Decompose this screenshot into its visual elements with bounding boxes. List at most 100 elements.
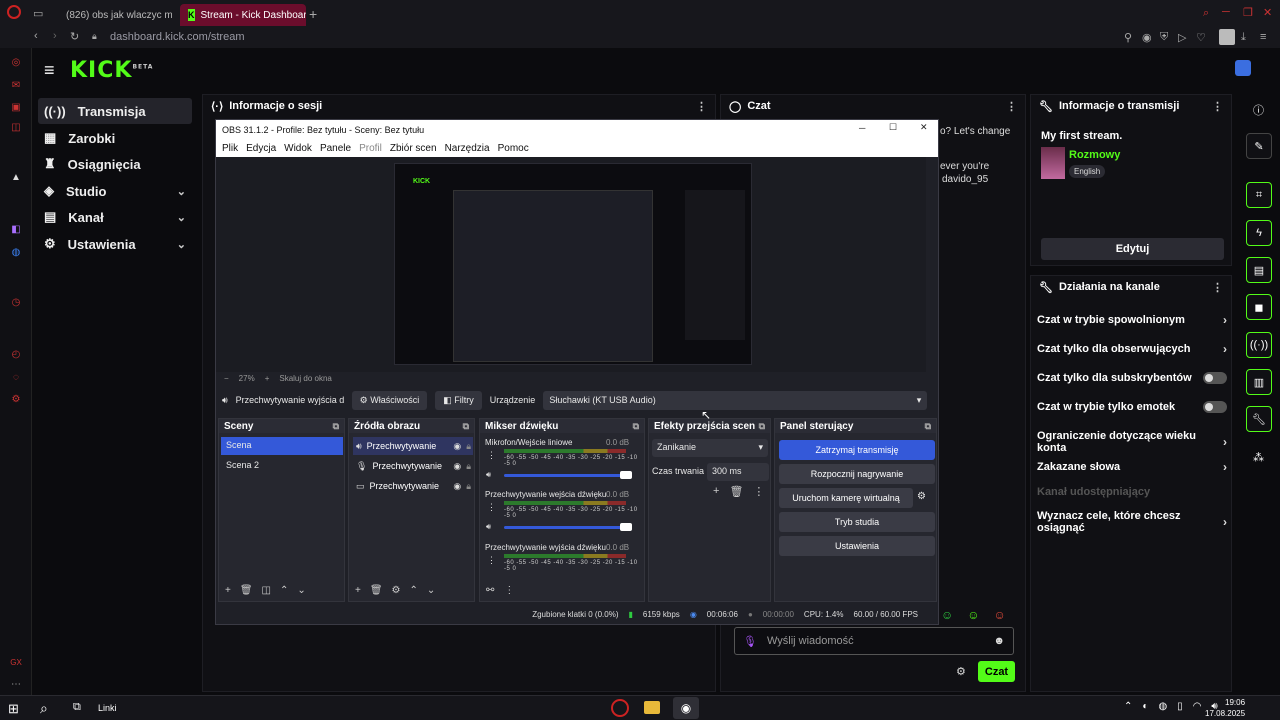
- arrow-up-icon[interactable]: ⌃: [410, 585, 418, 596]
- virtual-camera-settings-icon[interactable]: ⚙: [917, 491, 926, 502]
- undock-icon[interactable]: ⧉: [463, 421, 469, 432]
- start-virtual-camera-button[interactable]: Uruchom kamerę wirtualną: [779, 488, 913, 508]
- undock-icon[interactable]: ⧉: [759, 421, 765, 432]
- menu-panele[interactable]: Panele: [320, 143, 351, 154]
- vpn-icon[interactable]: ⛨: [1160, 31, 1168, 44]
- start-recording-button[interactable]: Rozpocznij nagrywanie: [779, 464, 935, 484]
- gear-icon[interactable]: ⚙: [392, 585, 401, 596]
- clock[interactable]: 19:06 17.08.2025: [1205, 697, 1245, 719]
- lock-icon[interactable]: 🔒︎: [466, 441, 471, 452]
- tab-island-icon[interactable]: ▭: [33, 7, 43, 20]
- device-select[interactable]: Słuchawki (KT USB Audio) ▾: [543, 390, 928, 410]
- steam-icon[interactable]: ◍: [1158, 701, 1167, 712]
- pin-icon[interactable]: ⚲: [1124, 31, 1132, 44]
- more-options-icon[interactable]: ⋮: [696, 100, 707, 113]
- kick-logo[interactable]: KICKBETA: [70, 58, 153, 83]
- opera-taskbar-icon[interactable]: [611, 699, 629, 717]
- zoom-out-icon[interactable]: −: [224, 374, 229, 383]
- lightning-icon[interactable]: ϟ: [1246, 220, 1272, 246]
- maximize-icon[interactable]: ❐: [1243, 6, 1253, 19]
- arrow-down-icon[interactable]: ⌄: [427, 585, 435, 596]
- lock-icon[interactable]: 🔒︎: [466, 461, 471, 472]
- volume-slider[interactable]: [504, 523, 632, 531]
- file-explorer-icon[interactable]: [644, 701, 660, 714]
- arrow-down-icon[interactable]: ⌄: [297, 585, 305, 596]
- discord-icon[interactable]: ◐: [1142, 701, 1148, 712]
- user-avatar[interactable]: [1235, 60, 1251, 76]
- transition-select[interactable]: Zanikanie ▾: [652, 439, 768, 457]
- clock-icon[interactable]: ◴: [7, 345, 25, 363]
- action-set-goals[interactable]: Wyznacz cele, które chcesz osiągnąć ›: [1037, 510, 1227, 534]
- eye-icon[interactable]: ◉: [453, 441, 461, 452]
- chat-side-icon[interactable]: ◼: [1246, 294, 1272, 320]
- action-slow-mode[interactable]: Czat w trybie spowolnionym ›: [1037, 313, 1227, 327]
- heart-icon[interactable]: ♡: [1196, 31, 1206, 44]
- action-account-age[interactable]: Ograniczenie dotyczące wieku konta ›: [1037, 430, 1227, 454]
- links-toolbar[interactable]: Linki: [98, 703, 117, 713]
- stop-streaming-button[interactable]: Zatrzymaj transmisję: [779, 440, 935, 460]
- more-icon[interactable]: ⋯: [7, 675, 25, 693]
- undock-icon[interactable]: ⧉: [633, 421, 639, 432]
- arrow-up-icon[interactable]: ⌃: [280, 585, 288, 596]
- more-icon[interactable]: ⋮: [504, 585, 514, 596]
- duration-input[interactable]: 300 ms: [707, 463, 769, 481]
- download-icon[interactable]: ⤓: [1241, 31, 1246, 44]
- layout-icon[interactable]: ▥: [1246, 369, 1272, 395]
- back-icon[interactable]: ‹: [34, 30, 38, 42]
- nav-osiagniecia[interactable]: ♜ Osiągnięcia: [38, 151, 192, 177]
- filter-icon[interactable]: ◫: [262, 585, 271, 596]
- preview-canvas[interactable]: KICK: [394, 163, 752, 365]
- menu-pomoc[interactable]: Pomoc: [498, 143, 529, 154]
- more-icon[interactable]: ⋮: [753, 485, 764, 498]
- tools-icon[interactable]: 🔧︎: [1246, 406, 1272, 432]
- nav-transmisja[interactable]: ((·)) Transmisja: [38, 98, 192, 124]
- properties-button[interactable]: ⚙ Właściwości: [351, 390, 428, 410]
- gx-icon[interactable]: GX: [7, 653, 25, 671]
- nav-zarobki[interactable]: ▦ Zarobki: [38, 125, 192, 151]
- channel-menu-icon[interactable]: ⋮: [487, 555, 496, 566]
- menu-narzedzia[interactable]: Narzędzia: [445, 143, 490, 154]
- windows-start-icon[interactable]: ⊞: [8, 701, 19, 717]
- emoji-icon[interactable]: ☻: [993, 635, 1005, 647]
- link-icon[interactable]: ⚯: [486, 585, 494, 596]
- category-link[interactable]: Rozmowy: [1069, 149, 1120, 161]
- edit-pencil-icon[interactable]: ✎: [1246, 133, 1272, 159]
- new-tab-button[interactable]: +: [309, 6, 317, 22]
- info-circle-icon[interactable]: ⓘ: [1253, 102, 1264, 118]
- source-item[interactable]: 🔊︎ Przechwytywanie ◉ 🔒︎: [353, 437, 473, 455]
- play-icon[interactable]: ▷: [1178, 31, 1186, 44]
- broadcast-side-icon[interactable]: ((·)): [1246, 332, 1272, 358]
- scene-item[interactable]: Scena 2: [221, 457, 343, 475]
- menu-widok[interactable]: Widok: [284, 143, 312, 154]
- scale-mode[interactable]: Skaluj do okna: [279, 374, 331, 383]
- search-tabs-icon[interactable]: ⌕: [1203, 7, 1209, 20]
- channel-menu-icon[interactable]: ⋮: [487, 450, 496, 461]
- add-icon[interactable]: +: [225, 585, 231, 596]
- emote-icon[interactable]: ☺: [994, 608, 1006, 622]
- menu-profil[interactable]: Profil: [359, 143, 382, 154]
- twitch-icon[interactable]: ◧: [7, 220, 25, 238]
- volume-icon[interactable]: 🔊︎: [486, 470, 491, 480]
- menu-zbior-scen[interactable]: Zbiór scen: [390, 143, 437, 154]
- messenger-blue-icon[interactable]: ◍: [7, 243, 25, 261]
- opera-logo-icon[interactable]: [7, 5, 21, 19]
- reload-icon[interactable]: ↻: [70, 30, 79, 43]
- obs-minimize-icon[interactable]: ─: [859, 123, 865, 133]
- nav-ustawienia[interactable]: ⚙ Ustawienia ⌄: [38, 231, 192, 257]
- more-options-icon[interactable]: ⋮: [1212, 100, 1223, 113]
- settings-button[interactable]: Ustawienia: [779, 536, 935, 556]
- settings-icon[interactable]: ⚙: [7, 390, 25, 408]
- profile-avatar[interactable]: [1219, 29, 1235, 45]
- usb-icon[interactable]: ▯: [1177, 701, 1183, 712]
- camera-icon[interactable]: ◉: [1142, 31, 1152, 44]
- chat-input-field[interactable]: 🎙︎ Wyślij wiadomość ☻: [734, 627, 1014, 655]
- hamburger-menu-icon[interactable]: ≡: [44, 60, 55, 81]
- mic-icon[interactable]: 🎙︎: [743, 635, 757, 648]
- obs-close-icon[interactable]: ✕: [920, 122, 928, 133]
- emote-only-toggle[interactable]: [1203, 401, 1227, 413]
- trash-icon[interactable]: 🗑︎: [240, 585, 253, 596]
- emote-icon[interactable]: ☺: [941, 608, 953, 622]
- chat-bubble-icon[interactable]: ◌: [7, 368, 25, 386]
- tab-youtube[interactable]: (826) obs jak wlaczyc m...: [52, 4, 172, 26]
- messenger-icon[interactable]: ✉: [7, 76, 25, 94]
